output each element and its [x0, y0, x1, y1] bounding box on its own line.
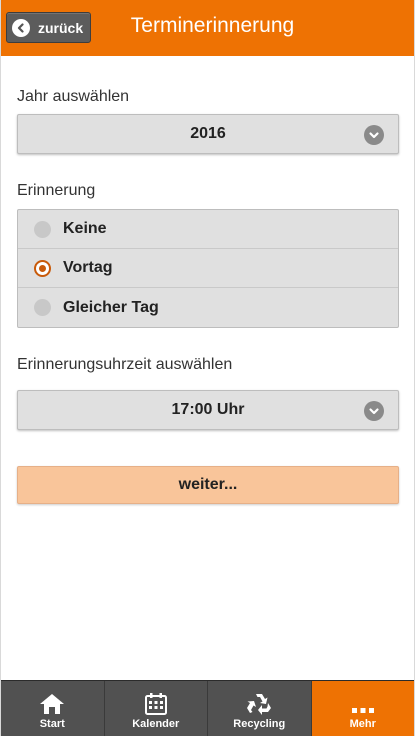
reminder-radio-group: Keine Vortag Gleicher Tag [17, 209, 399, 328]
home-icon [40, 694, 65, 714]
footer-nav: Start Kalender Recycling Mehr [1, 680, 414, 736]
footer-item-mehr[interactable]: Mehr [311, 681, 414, 736]
year-label: Jahr auswählen [17, 88, 130, 105]
time-select-value: 17:00 Uhr [171, 401, 245, 418]
year-select-value: 2016 [190, 125, 226, 142]
header-bar: zurück Terminerinnerung [1, 0, 414, 56]
chevron-down-icon [364, 125, 384, 145]
year-select[interactable]: 2016 [17, 114, 399, 154]
page-title: Terminerinnerung [130, 14, 295, 37]
more-icon [351, 708, 374, 713]
reminder-option-gleicher-tag[interactable]: Gleicher Tag [18, 288, 398, 327]
radio-button[interactable] [34, 299, 51, 316]
footer-item-label: Mehr [349, 718, 376, 730]
reminder-option-keine[interactable]: Keine [18, 210, 398, 249]
calendar-icon [144, 693, 167, 715]
next-button[interactable]: weiter... [17, 466, 399, 504]
footer-item-label: Recycling [233, 718, 286, 730]
reminder-option-label: Vortag [63, 259, 113, 276]
time-label: Erinnerungsuhrzeit auswählen [17, 356, 233, 373]
radio-button[interactable] [34, 220, 51, 238]
recycling-icon [247, 694, 272, 715]
footer-item-label: Start [39, 718, 65, 730]
reminder-option-label: Keine [63, 220, 107, 237]
reminder-option-vortag[interactable]: Vortag [18, 249, 398, 288]
footer-item-recycling[interactable]: Recycling [208, 681, 312, 736]
chevron-down-icon [364, 401, 384, 421]
time-select[interactable]: 17:00 Uhr [17, 390, 399, 430]
radio-button-checked[interactable] [34, 259, 51, 277]
footer-item-start[interactable]: Start [1, 681, 105, 736]
footer-item-kalender[interactable]: Kalender [104, 681, 208, 736]
reminder-option-label: Gleicher Tag [63, 298, 159, 316]
reminder-label: Erinnerung [17, 182, 96, 199]
footer-item-label: Kalender [132, 718, 180, 730]
